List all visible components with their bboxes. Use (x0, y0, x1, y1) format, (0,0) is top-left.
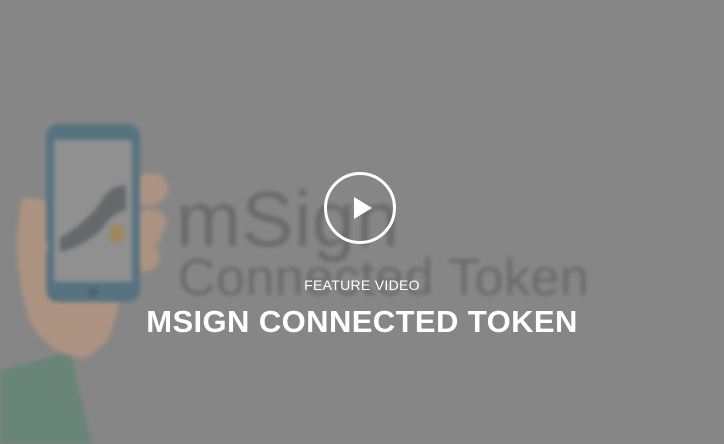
video-kicker: FEATURE VIDEO (304, 277, 420, 293)
play-icon (354, 197, 372, 219)
video-title: MSIGN CONNECTED TOKEN (146, 304, 578, 339)
play-button[interactable] (324, 172, 396, 244)
video-card[interactable]: mSign Connected Token FEATURE VIDEO MSIG… (0, 0, 724, 444)
